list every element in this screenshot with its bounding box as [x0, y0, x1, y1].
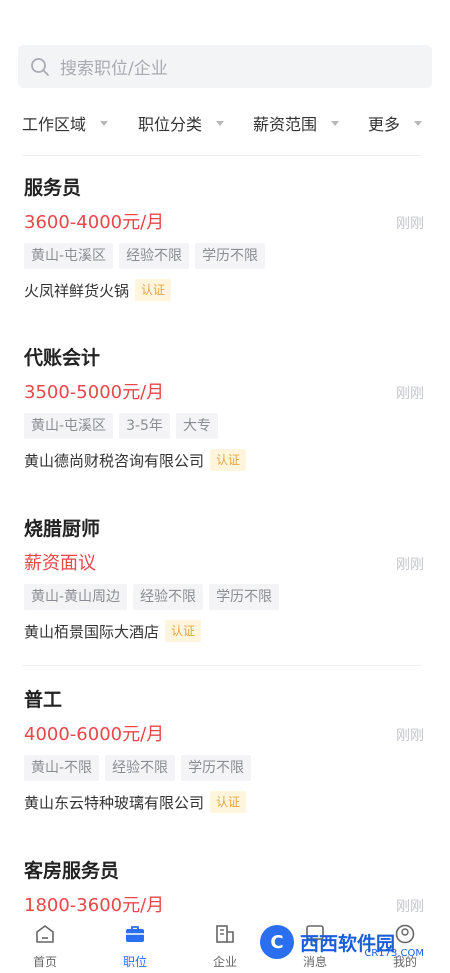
caret-down-icon	[100, 120, 109, 126]
filter-work-area[interactable]: 工作区域	[22, 108, 138, 138]
job-time: 刚刚	[396, 899, 424, 915]
job-tag-education: 学历不限	[209, 584, 280, 610]
job-salary: 4000-6000元/月	[24, 724, 165, 745]
caret-down-icon	[216, 120, 225, 126]
filter-label: 更多	[368, 115, 401, 134]
job-title: 客房服务员	[24, 860, 120, 882]
divider	[22, 665, 422, 666]
job-card[interactable]: 代账会计 3500-5000元/月 刚刚 黄山-屯溪区 3-5年 大专 黄山德尚…	[24, 343, 426, 473]
filter-label: 薪资范围	[253, 115, 318, 134]
tab-company[interactable]: 企业	[180, 915, 270, 973]
job-tag-location: 黄山-屯溪区	[24, 413, 114, 439]
job-title: 服务员	[24, 177, 82, 199]
filter-more[interactable]: 更多	[368, 108, 432, 138]
filter-salary-range[interactable]: 薪资范围	[253, 108, 368, 138]
job-salary: 3500-5000元/月	[24, 382, 165, 403]
job-time: 刚刚	[396, 386, 424, 402]
verified-badge: 认证	[165, 620, 202, 642]
job-tag-experience: 经验不限	[119, 243, 190, 269]
search-placeholder: 搜索职位/企业	[60, 59, 168, 79]
filter-job-category[interactable]: 职位分类	[138, 108, 253, 138]
job-tag-experience: 经验不限	[105, 755, 176, 781]
job-tag-education: 学历不限	[195, 243, 266, 269]
building-icon	[213, 922, 237, 950]
job-card[interactable]: 普工 4000-6000元/月 刚刚 黄山-不限 经验不限 学历不限 黄山东云特…	[24, 685, 426, 815]
filter-bar: 工作区域 职位分类 薪资范围 更多	[22, 108, 432, 138]
tab-jobs[interactable]: 职位	[90, 915, 180, 973]
job-card[interactable]: 客房服务员 1800-3600元/月 刚刚	[24, 856, 426, 917]
tab-label: 职位	[122, 955, 147, 969]
job-tag-location: 黄山-不限	[24, 755, 100, 781]
verified-badge: 认证	[210, 449, 247, 471]
verified-badge: 认证	[210, 791, 247, 813]
tab-label: 首页	[32, 955, 57, 969]
job-salary: 薪资面议	[24, 553, 96, 574]
job-time: 刚刚	[396, 557, 424, 573]
search-input[interactable]: 搜索职位/企业	[18, 45, 432, 88]
watermark-subtext: CR173.COM	[364, 948, 424, 959]
job-time: 刚刚	[396, 728, 424, 744]
home-icon	[33, 922, 57, 950]
company-name: 黄山栢景国际大酒店	[24, 622, 160, 641]
job-title: 烧腊厨师	[24, 518, 101, 540]
job-tag-experience: 3-5年	[119, 413, 170, 439]
verified-badge: 认证	[135, 279, 172, 301]
job-card[interactable]: 烧腊厨师 薪资面议 刚刚 黄山-黄山周边 经验不限 学历不限 黄山栢景国际大酒店…	[24, 514, 426, 644]
briefcase-icon	[123, 922, 147, 950]
job-card[interactable]: 服务员 3600-4000元/月 刚刚 黄山-屯溪区 经验不限 学历不限 火凤祥…	[24, 173, 426, 303]
filter-label: 工作区域	[22, 115, 87, 134]
caret-down-icon	[414, 120, 423, 126]
watermark-logo: C 西西软件园 CR173.COM	[260, 924, 436, 960]
job-tag-education: 学历不限	[181, 755, 252, 781]
job-title: 代账会计	[24, 347, 101, 369]
company-name: 黄山东云特种玻璃有限公司	[24, 793, 205, 812]
caret-down-icon	[331, 120, 340, 126]
job-time: 刚刚	[396, 216, 424, 232]
company-name: 火凤祥鲜货火锅	[24, 281, 130, 300]
job-tag-location: 黄山-屯溪区	[24, 243, 114, 269]
job-title: 普工	[24, 689, 63, 711]
job-tag-location: 黄山-黄山周边	[24, 584, 128, 610]
search-icon	[30, 57, 50, 77]
watermark-icon: C	[260, 925, 294, 959]
divider	[22, 155, 422, 156]
job-salary: 3600-4000元/月	[24, 212, 165, 233]
company-name: 黄山德尚财税咨询有限公司	[24, 451, 205, 470]
tab-label: 企业	[212, 955, 237, 969]
job-salary: 1800-3600元/月	[24, 895, 165, 916]
job-tag-experience: 经验不限	[133, 584, 204, 610]
job-tag-education: 大专	[175, 413, 218, 439]
filter-label: 职位分类	[138, 115, 203, 134]
tab-home[interactable]: 首页	[0, 915, 90, 973]
